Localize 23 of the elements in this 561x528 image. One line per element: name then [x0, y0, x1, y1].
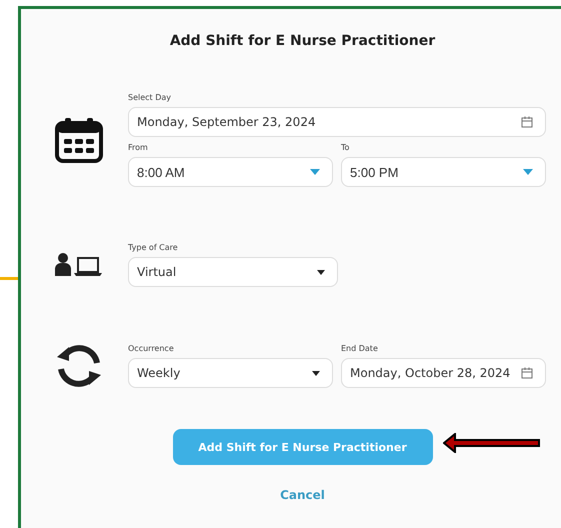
connector-line: [0, 277, 19, 280]
field-label: From: [128, 143, 149, 152]
calendar-icon: [521, 116, 533, 128]
refresh-icon: [55, 343, 103, 389]
calendar-icon: [521, 367, 533, 379]
dropdown[interactable]: 5:00 PM: [341, 157, 546, 187]
field-label: Type of Care: [128, 243, 179, 252]
field-label: Occurrence: [128, 344, 175, 353]
field-label: End Date: [341, 344, 379, 353]
person-laptop-icon: [54, 253, 104, 277]
calendar-icon: [54, 117, 104, 163]
caret-icon: [312, 370, 320, 376]
caret-icon: [317, 270, 325, 274]
caret-icon: [310, 169, 320, 175]
dropdown[interactable]: Virtual: [128, 257, 338, 287]
dropdown[interactable]: Weekly: [128, 358, 333, 388]
caret-icon: [523, 169, 533, 175]
date-field[interactable]: Monday, October 28, 2024: [341, 358, 546, 388]
field-label: To: [341, 143, 350, 152]
field-label: Select Day: [128, 93, 172, 102]
date-field[interactable]: Monday, September 23, 2024: [128, 107, 546, 137]
dialog-title: Add Shift for E Nurse Practitioner: [168, 33, 436, 49]
dropdown[interactable]: 8:00 AM: [128, 157, 333, 187]
